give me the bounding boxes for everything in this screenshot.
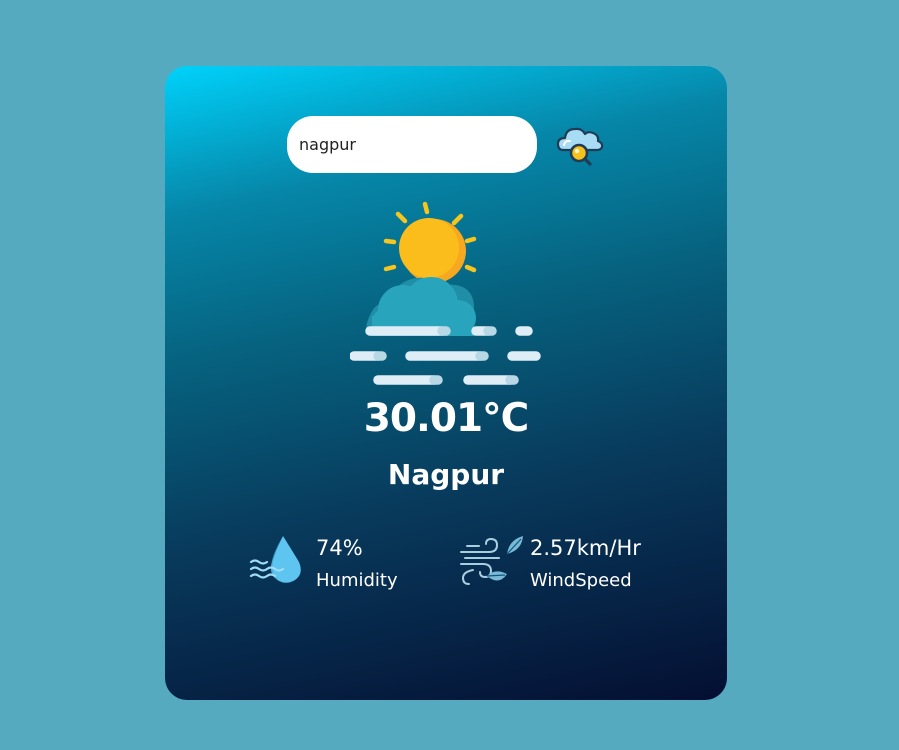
city-search-input[interactable]: [287, 116, 537, 173]
weather-card: 30.01°C Nagpur 74% Humidity: [165, 66, 727, 700]
temperature: 30.01°C: [363, 396, 529, 441]
search-button[interactable]: [555, 120, 605, 170]
humidity-label: Humidity: [316, 570, 398, 591]
wind-speed-label: WindSpeed: [530, 570, 632, 591]
sun-cloud-mist-icon: [350, 201, 541, 385]
cloud-search-icon: [556, 127, 604, 166]
humidity-value: 74%: [316, 536, 363, 560]
wind-speed-value: 2.57km/Hr: [530, 536, 641, 560]
wind-detail: 2.57km/Hr WindSpeed: [459, 532, 659, 596]
wind-leaves-icon: [460, 536, 523, 585]
humidity-drop-icon: [249, 536, 301, 583]
city-name: Nagpur: [387, 458, 505, 491]
humidity-detail: 74% Humidity: [249, 532, 419, 596]
